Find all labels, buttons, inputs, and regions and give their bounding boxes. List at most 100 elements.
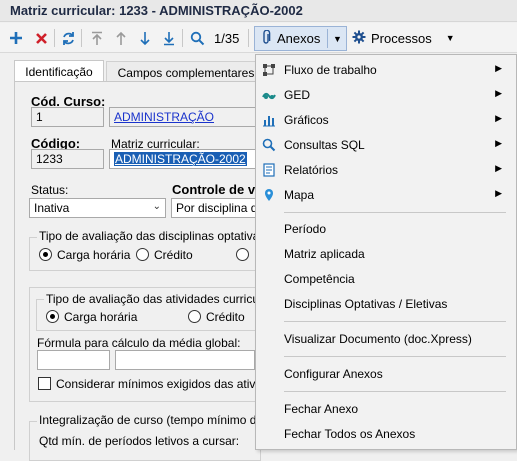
- menu-item-label: Período: [284, 222, 327, 236]
- menu-item-label: Relatórios: [284, 163, 339, 177]
- next-record-icon[interactable]: [134, 27, 156, 49]
- menu-item-periodo[interactable]: Período: [256, 217, 516, 241]
- atv-carga-label: Carga horária: [64, 310, 138, 324]
- ged-icon: [262, 88, 276, 102]
- formula-field-2[interactable]: [115, 350, 255, 370]
- menu-item-competencia[interactable]: Competência: [256, 267, 516, 291]
- submenu-arrow-icon: ▶: [495, 113, 502, 123]
- menu-item-graficos[interactable]: Gráficos ▶: [256, 108, 516, 132]
- menu-item-label: GED: [284, 88, 311, 102]
- processos-button[interactable]: Processos ▼: [352, 27, 455, 49]
- menu-item-label: Consultas SQL: [284, 138, 365, 152]
- menu-item-label: Fluxo de trabalho: [284, 63, 377, 77]
- curso-name-link[interactable]: ADMINISTRAÇÃO: [114, 110, 214, 124]
- bar-chart-icon: [262, 113, 276, 127]
- paperclip-icon: [261, 29, 271, 48]
- sql-search-icon: [262, 138, 276, 152]
- chevron-down-icon: ▼: [445, 33, 455, 43]
- menu-item-consultas-sql[interactable]: Consultas SQL ▶: [256, 133, 516, 157]
- opt-credito-radio[interactable]: [136, 248, 149, 261]
- chevron-down-icon: ⌄: [152, 201, 161, 212]
- status-value: Inativa: [34, 201, 70, 215]
- optativas-group-title: Tipo de avaliação das disciplinas optati…: [37, 229, 268, 243]
- menu-item-label: Visualizar Documento (doc.Xpress): [284, 332, 472, 346]
- opt-carga-radio[interactable]: [39, 248, 52, 261]
- menu-item-fechar-anexo[interactable]: Fechar Anexo: [256, 397, 516, 421]
- menu-separator: [284, 212, 506, 213]
- toolbar-separator: [248, 29, 249, 47]
- search-icon[interactable]: [186, 27, 208, 49]
- split-divider: [327, 29, 328, 48]
- report-icon: [262, 163, 276, 177]
- processos-label: Processos: [371, 30, 432, 46]
- menu-item-fluxo-de-trabalho[interactable]: Fluxo de trabalho ▶: [256, 58, 516, 82]
- controle-value: Por disciplina da: [176, 201, 261, 215]
- submenu-arrow-icon: ▶: [495, 63, 502, 73]
- controle-label: Controle de va: [172, 182, 263, 197]
- integralizacao-group-title: Integralização de curso (tempo mínimo do…: [37, 413, 286, 427]
- toolbar-separator: [54, 29, 55, 47]
- formula-field-1[interactable]: [37, 350, 110, 370]
- menu-separator: [284, 356, 506, 357]
- considerar-checkbox[interactable]: [38, 377, 51, 390]
- controle-select[interactable]: Por disciplina da: [171, 198, 261, 218]
- matriz-value: ADMINISTRAÇÃO-2002: [114, 152, 247, 166]
- atv-carga-radio[interactable]: [46, 310, 59, 323]
- curso-name-field[interactable]: ADMINISTRAÇÃO: [109, 107, 259, 127]
- first-record-icon[interactable]: [86, 27, 108, 49]
- status-label: Status:: [31, 183, 69, 197]
- anexos-label: Anexos: [277, 31, 321, 46]
- menu-item-relatorios[interactable]: Relatórios ▶: [256, 158, 516, 182]
- tab-identificacao[interactable]: Identificação: [14, 60, 104, 82]
- menu-item-label: Fechar Todos os Anexos: [284, 427, 416, 441]
- menu-item-disciplinas-optativas[interactable]: Disciplinas Optativas / Eletivas: [256, 292, 516, 316]
- menu-separator: [284, 391, 506, 392]
- delete-x-icon[interactable]: [30, 27, 52, 49]
- window-title: Matriz curricular: 1233 - ADMINISTRAÇÃO-…: [0, 0, 517, 22]
- toolbar: 1/35 Anexos ▼ Processos ▼: [0, 23, 517, 53]
- map-pin-icon: [262, 188, 276, 202]
- chevron-down-icon[interactable]: ▼: [333, 34, 342, 44]
- last-record-icon[interactable]: [158, 27, 180, 49]
- anexos-button[interactable]: Anexos ▼: [254, 26, 347, 51]
- record-position: 1/35: [214, 31, 240, 46]
- status-select[interactable]: Inativa ⌄: [29, 198, 166, 218]
- formula-label: Fórmula para cálculo da média global:: [37, 336, 241, 350]
- submenu-arrow-icon: ▶: [495, 138, 502, 148]
- menu-item-configurar-anexos[interactable]: Configurar Anexos: [256, 362, 516, 386]
- tab-campos-complementares[interactable]: Campos complementares: [106, 61, 266, 83]
- anexos-dropdown-menu: Fluxo de trabalho ▶ GED ▶ Gráficos ▶ Con…: [255, 54, 517, 450]
- menu-item-label: Competência: [284, 272, 355, 286]
- qtd-label: Qtd mín. de períodos letivos a cursar:: [39, 434, 240, 448]
- menu-item-label: Disciplinas Optativas / Eletivas: [284, 297, 448, 311]
- opt-carga-label: Carga horária: [57, 248, 131, 262]
- atv-credito-radio[interactable]: [188, 310, 201, 323]
- atv-credito-label: Crédito: [206, 310, 245, 324]
- workflow-icon: [262, 63, 276, 77]
- menu-item-label: Configurar Anexos: [284, 367, 383, 381]
- menu-item-fechar-todos[interactable]: Fechar Todos os Anexos: [256, 422, 516, 446]
- toolbar-separator: [81, 29, 82, 47]
- menu-item-ged[interactable]: GED ▶: [256, 83, 516, 107]
- menu-item-label: Gráficos: [284, 113, 329, 127]
- opt-third-radio[interactable]: [236, 248, 249, 261]
- menu-item-visualizar-documento[interactable]: Visualizar Documento (doc.Xpress): [256, 327, 516, 351]
- menu-item-label: Fechar Anexo: [284, 402, 359, 416]
- matriz-field[interactable]: ADMINISTRAÇÃO-2002: [109, 149, 259, 169]
- menu-separator: [284, 321, 506, 322]
- menu-item-matriz-aplicada[interactable]: Matriz aplicada: [256, 242, 516, 266]
- opt-credito-label: Crédito: [154, 248, 193, 262]
- refresh-icon[interactable]: [57, 27, 79, 49]
- plus-icon[interactable]: [5, 27, 27, 49]
- cod-curso-field[interactable]: 1: [31, 107, 104, 127]
- considerar-label: Considerar mínimos exigidos das atividad…: [56, 377, 285, 391]
- atividades-group-title: Tipo de avaliação das atividades curricu…: [44, 292, 282, 306]
- submenu-arrow-icon: ▶: [495, 88, 502, 98]
- menu-item-mapa[interactable]: Mapa ▶: [256, 183, 516, 207]
- previous-record-icon[interactable]: [110, 27, 132, 49]
- codigo-field[interactable]: 1233: [31, 149, 104, 169]
- toolbar-separator: [182, 29, 183, 47]
- submenu-arrow-icon: ▶: [495, 163, 502, 173]
- menu-item-label: Matriz aplicada: [284, 247, 365, 261]
- menu-item-label: Mapa: [284, 188, 315, 202]
